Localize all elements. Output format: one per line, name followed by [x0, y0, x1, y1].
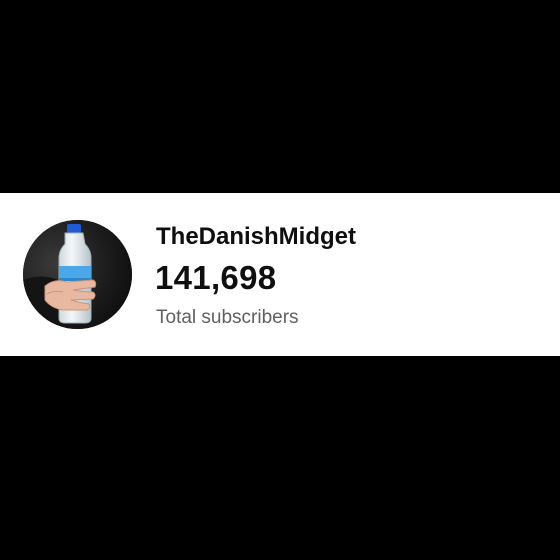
channel-name[interactable]: TheDanishMidget: [156, 223, 356, 251]
screenshot-frame: TheDanishMidget 141,698 Total subscriber…: [0, 0, 560, 560]
channel-avatar[interactable]: [23, 220, 132, 329]
water-bottle-avatar-icon: [23, 220, 132, 329]
subscriber-label: Total subscribers: [156, 307, 299, 328]
subscriber-count: 141,698: [155, 259, 277, 296]
channel-stats-card: TheDanishMidget 141,698 Total subscriber…: [0, 193, 560, 356]
